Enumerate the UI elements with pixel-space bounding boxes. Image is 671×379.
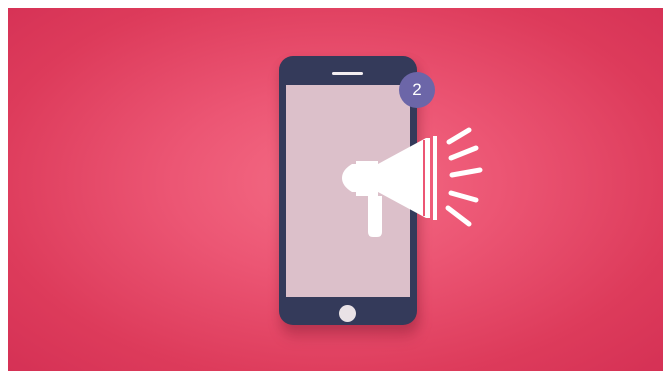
- background-canvas: 2: [8, 8, 663, 371]
- megaphone-icon: [342, 127, 483, 237]
- phone-speaker: [332, 72, 363, 75]
- megaphone-handle: [368, 196, 382, 237]
- megaphone-neck: [356, 161, 378, 196]
- home-button[interactable]: [339, 305, 356, 322]
- sound-waves-icon: [445, 127, 483, 227]
- notification-badge[interactable]: 2: [399, 72, 435, 108]
- megaphone-rim: [433, 136, 437, 220]
- megaphone-cone: [378, 138, 430, 218]
